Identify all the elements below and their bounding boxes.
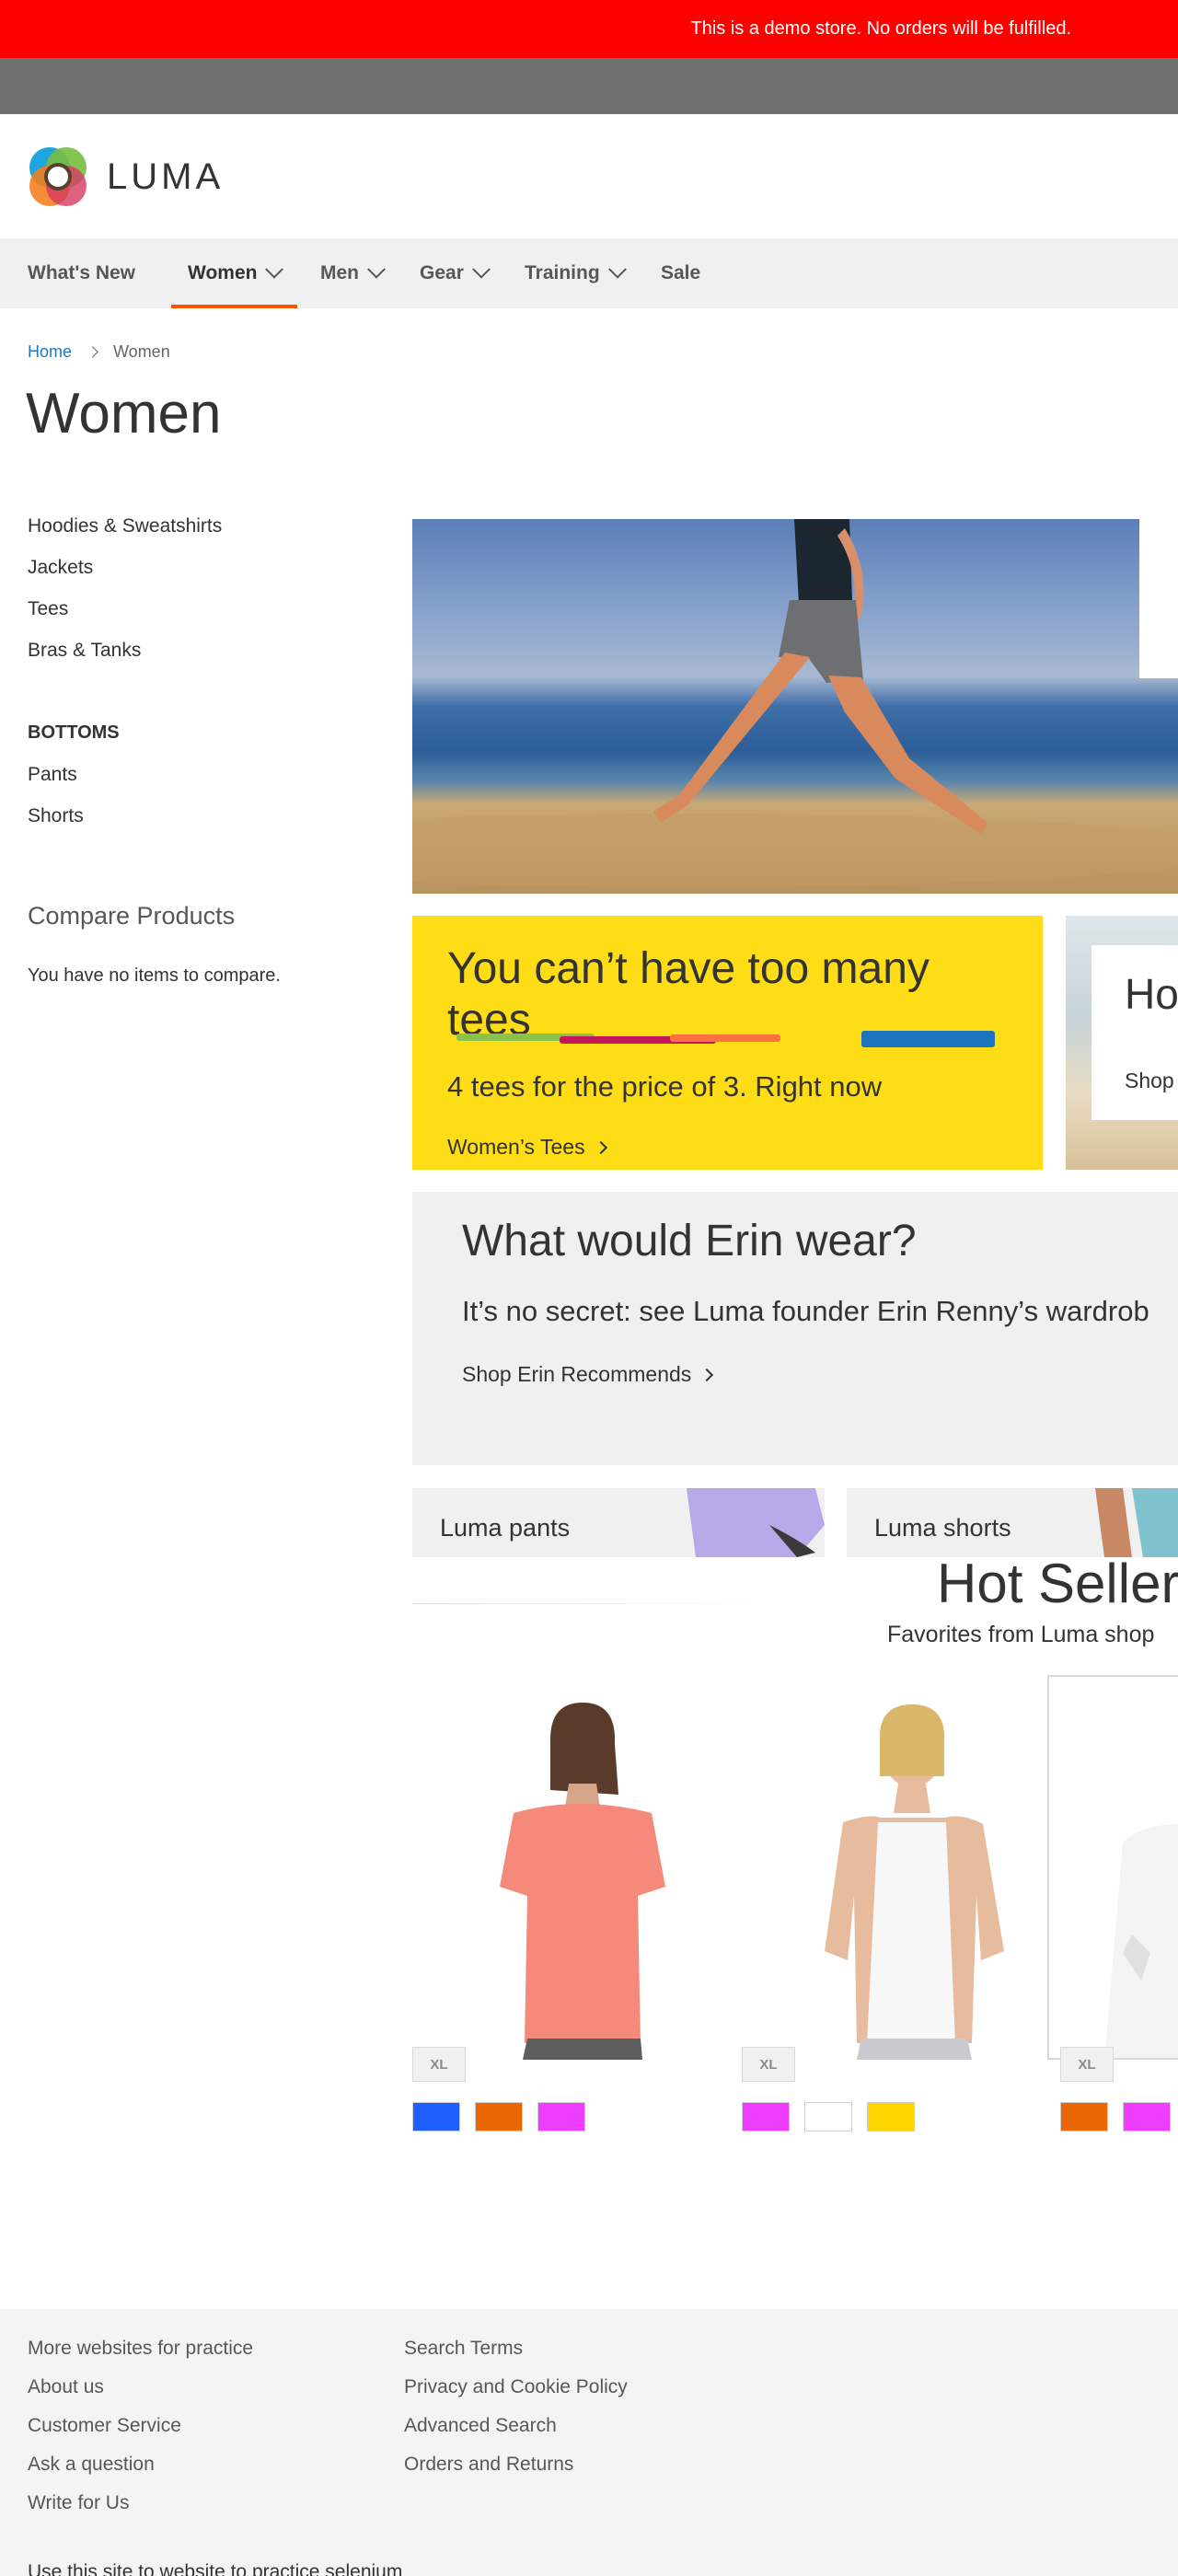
product-card[interactable] <box>412 1675 716 2060</box>
promo-hoodie-title: Ho <box>1125 970 1178 1018</box>
sidebar-item-shorts[interactable]: Shorts <box>28 805 84 827</box>
product-card[interactable] <box>1047 1675 1178 2060</box>
chevron-right-icon <box>87 346 98 358</box>
breadcrumb-home-link[interactable]: Home <box>28 342 72 362</box>
header-panel <box>0 58 1178 114</box>
demo-notice: This is a demo store. No orders will be … <box>0 0 1178 58</box>
footer-link[interactable]: More websites for practice <box>28 2338 253 2360</box>
chevron-down-icon <box>471 260 491 279</box>
promo-tees-block[interactable]: You can’t have too many tees 4 tees for … <box>412 916 1043 1170</box>
hero-yoga-image <box>412 519 1178 887</box>
hot-sellers-subtitle: Favorites from Luma shop <box>887 1622 1155 1647</box>
product-image <box>1104 1824 1178 2058</box>
decor-stripe <box>670 1034 780 1042</box>
color-swatch[interactable] <box>1060 2102 1108 2131</box>
tile-luma-shorts[interactable]: Luma shorts <box>847 1488 1178 1557</box>
hero-card <box>1139 519 1178 678</box>
promo-hoodie-block[interactable]: Ho Shop <box>1066 916 1178 1170</box>
color-swatch[interactable] <box>742 2102 790 2131</box>
logo[interactable]: LUMA <box>28 145 224 208</box>
breadcrumb-current: Women <box>113 342 170 361</box>
page-title: Women <box>26 382 222 445</box>
promo-tees-link[interactable]: Women’s Tees <box>447 1135 607 1160</box>
footer-link[interactable]: About us <box>28 2376 104 2398</box>
nav-label: Men <box>320 262 359 283</box>
promo-tees-subtitle: 4 tees for the price of 3. Right now <box>447 1070 883 1103</box>
nav-whats-new[interactable]: What's New <box>28 238 135 308</box>
footer-link[interactable]: Privacy and Cookie Policy <box>404 2376 628 2398</box>
footer-link[interactable]: Search Terms <box>404 2338 523 2360</box>
promo-tees-link-label: Women’s Tees <box>447 1135 585 1159</box>
nav-label: What's New <box>28 262 136 283</box>
tile-luma-pants[interactable]: Luma pants <box>412 1488 825 1557</box>
nav-label: Gear <box>420 262 464 283</box>
nav-women[interactable]: Women <box>170 238 298 308</box>
hot-sellers-title: Hot Sellers <box>937 1553 1178 1614</box>
promo-hoodie-link[interactable]: Shop <box>1125 1069 1174 1093</box>
product-image <box>825 1704 1004 2060</box>
tile-label: Luma pants <box>440 1514 571 1542</box>
main-navigation: What's New Women Men Gear Training Sale <box>0 238 1178 308</box>
sidebar-item-hoodies[interactable]: Hoodies & Sweatshirts <box>28 515 222 537</box>
erin-recommends-block[interactable]: What would Erin wear? It’s no secret: se… <box>412 1192 1178 1465</box>
site-header: LUMA <box>0 114 1178 238</box>
footer-link[interactable]: Orders and Returns <box>404 2454 573 2476</box>
chevron-down-icon <box>265 260 284 279</box>
product-card[interactable] <box>742 1675 1045 2060</box>
tile-shorts-image <box>1095 1488 1178 1557</box>
hot-sellers-divider <box>412 1603 762 1604</box>
footer-link[interactable]: Customer Service <box>28 2415 181 2437</box>
chevron-right-icon <box>594 1140 607 1154</box>
sidebar-item-bras-tanks[interactable]: Bras & Tanks <box>28 640 141 662</box>
nav-label: Women <box>188 262 258 283</box>
nav-label: Training <box>525 262 600 283</box>
tile-label: Luma shorts <box>874 1514 1011 1542</box>
sidebar-item-pants[interactable]: Pants <box>28 764 77 786</box>
chevron-down-icon <box>607 260 627 279</box>
erin-title: What would Erin wear? <box>462 1217 917 1265</box>
size-option-xl[interactable]: XL <box>742 2047 795 2082</box>
compare-products-title: Compare Products <box>28 902 236 930</box>
logo-text: LUMA <box>107 156 225 197</box>
nav-sale[interactable]: Sale <box>661 238 700 308</box>
footer-link[interactable]: Write for Us <box>28 2492 129 2514</box>
color-swatch[interactable] <box>412 2102 460 2131</box>
breadcrumb: Home Women <box>28 342 170 362</box>
color-swatch[interactable] <box>1123 2102 1171 2131</box>
nav-gear[interactable]: Gear <box>420 238 491 308</box>
erin-subtitle: It’s no secret: see Luma founder Erin Re… <box>462 1295 1149 1327</box>
sidebar-item-jackets[interactable]: Jackets <box>28 557 93 579</box>
color-swatch[interactable] <box>804 2102 852 2131</box>
size-option-xl[interactable]: XL <box>412 2047 466 2082</box>
decor-stripe <box>861 1031 995 1047</box>
size-option-xl[interactable]: XL <box>1060 2047 1114 2082</box>
hero-banner[interactable] <box>412 519 1178 894</box>
color-swatch[interactable] <box>475 2102 523 2131</box>
tile-pants-image <box>687 1488 825 1557</box>
color-swatch[interactable] <box>867 2102 915 2131</box>
compare-empty-message: You have no items to compare. <box>28 965 281 986</box>
luma-logo-icon <box>29 147 87 206</box>
chevron-right-icon <box>700 1368 714 1381</box>
nav-training[interactable]: Training <box>525 238 627 308</box>
erin-link-label: Shop Erin Recommends <box>462 1362 692 1386</box>
color-swatch[interactable] <box>537 2102 585 2131</box>
sidebar-item-tees[interactable]: Tees <box>28 598 68 620</box>
footer-copyright: Use this site to website to practice sel… <box>28 2561 403 2576</box>
nav-label: Sale <box>661 262 701 283</box>
erin-link[interactable]: Shop Erin Recommends <box>462 1362 714 1387</box>
promo-hoodie-card: Ho Shop <box>1091 945 1178 1120</box>
chevron-down-icon <box>367 260 386 279</box>
product-image <box>500 1703 665 2060</box>
footer-link[interactable]: Ask a question <box>28 2454 155 2476</box>
sidebar-heading-bottoms: BOTTOMS <box>28 722 120 743</box>
demo-notice-text: This is a demo store. No orders will be … <box>690 18 1072 39</box>
footer-link[interactable]: Advanced Search <box>404 2415 557 2437</box>
nav-men[interactable]: Men <box>320 238 386 308</box>
